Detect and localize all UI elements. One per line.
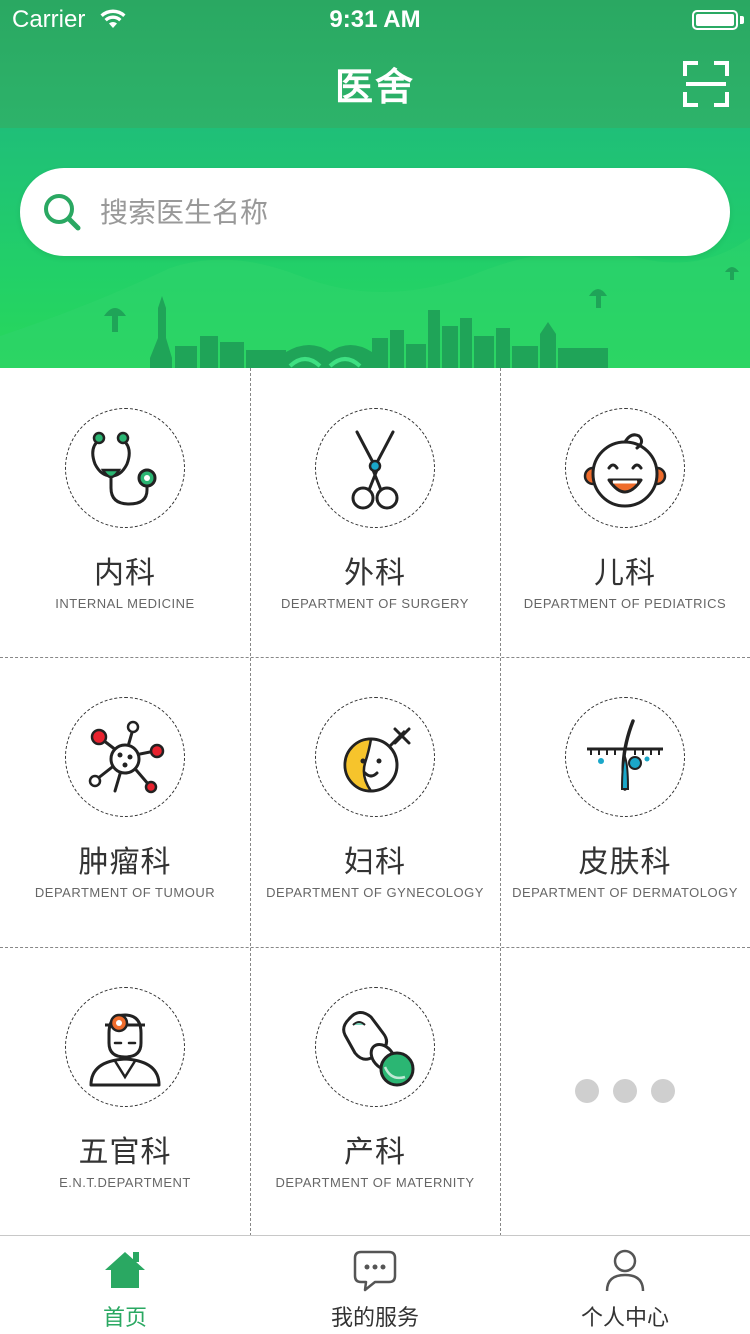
department-dermatology[interactable]: 皮肤科 DEPARTMENT OF DERMATOLOGY (500, 657, 750, 946)
department-tumour[interactable]: 肿瘤科 DEPARTMENT OF TUMOUR (0, 657, 250, 946)
clock: 9:31 AM (329, 6, 421, 33)
department-pediatrics[interactable]: 儿科 DEPARTMENT OF PEDIATRICS (500, 368, 750, 657)
hero-banner (0, 128, 750, 368)
department-name-en: E.N.T.DEPARTMENT (59, 1175, 191, 1190)
tab-profile[interactable]: 个人中心 (500, 1236, 750, 1334)
home-icon (105, 1252, 145, 1288)
skin-hair-icon (587, 719, 663, 791)
top-bar: Carrier 9:31 AM 医舍 (0, 0, 750, 128)
department-internal-medicine[interactable]: 内科 INTERNAL MEDICINE (0, 368, 250, 657)
department-icon-frame (65, 408, 185, 528)
department-surgery[interactable]: 外科 DEPARTMENT OF SURGERY (250, 368, 500, 657)
department-name: 肿瘤科 (78, 845, 172, 880)
department-maternity[interactable]: 产科 DEPARTMENT OF MATERNITY (250, 947, 500, 1236)
department-icon-frame (565, 697, 685, 817)
more-departments-button[interactable] (500, 947, 750, 1236)
department-name-en: INTERNAL MEDICINE (55, 596, 195, 611)
department-icon-frame (315, 697, 435, 817)
tab-bar: 首页 我的服务 个人中心 (0, 1235, 750, 1334)
department-ent[interactable]: 五官科 E.N.T.DEPARTMENT (0, 947, 250, 1236)
stethoscope-icon (91, 431, 157, 506)
department-name: 妇科 (344, 845, 406, 880)
department-name-en: DEPARTMENT OF TUMOUR (34, 885, 216, 900)
department-name-en: DEPARTMENT OF GYNECOLOGY (266, 885, 484, 900)
department-icon-frame (65, 697, 185, 817)
tab-label: 首页 (102, 1306, 147, 1331)
battery-tip (740, 16, 744, 24)
department-name: 五官科 (78, 1135, 172, 1170)
tab-my-services[interactable]: 我的服务 (250, 1236, 500, 1334)
department-icon-frame (65, 987, 185, 1107)
department-icon-frame (315, 987, 435, 1107)
molecule-icon (88, 720, 165, 794)
tab-home[interactable]: 首页 (0, 1236, 250, 1334)
department-name: 外科 (344, 556, 406, 591)
department-name-en: DEPARTMENT OF PEDIATRICS (523, 596, 727, 611)
department-icon-frame (315, 408, 435, 528)
tab-label: 个人中心 (580, 1306, 669, 1331)
department-name-en: DEPARTMENT OF MATERNITY (275, 1175, 475, 1190)
female-face-icon (343, 727, 411, 793)
chat-bubble-icon (353, 1250, 397, 1292)
more-dots-icon (575, 1079, 675, 1103)
status-bar: Carrier 9:31 AM (0, 0, 750, 40)
tab-label: 我的服务 (330, 1306, 419, 1331)
baby-face-icon (583, 433, 667, 508)
department-name-en: DEPARTMENT OF SURGERY (281, 596, 469, 611)
department-icon-frame (565, 408, 685, 528)
search-icon (44, 194, 81, 231)
department-name: 皮肤科 (578, 845, 672, 880)
department-name: 儿科 (594, 556, 656, 591)
battery-icon (692, 10, 738, 30)
department-gynecology[interactable]: 妇科 DEPARTMENT OF GYNECOLOGY (250, 657, 500, 946)
department-name: 内科 (94, 556, 156, 591)
search-input[interactable] (100, 168, 700, 256)
department-name-en: DEPARTMENT OF DERMATOLOGY (512, 885, 738, 900)
department-name: 产科 (344, 1135, 406, 1170)
page-title: 医舍 (334, 65, 415, 109)
ent-doctor-icon (89, 1013, 161, 1087)
person-icon (605, 1249, 645, 1292)
pacifier-icon (342, 1011, 415, 1087)
scan-icon[interactable] (682, 60, 730, 108)
scissors-icon (351, 430, 399, 510)
search-bar[interactable] (20, 168, 730, 256)
